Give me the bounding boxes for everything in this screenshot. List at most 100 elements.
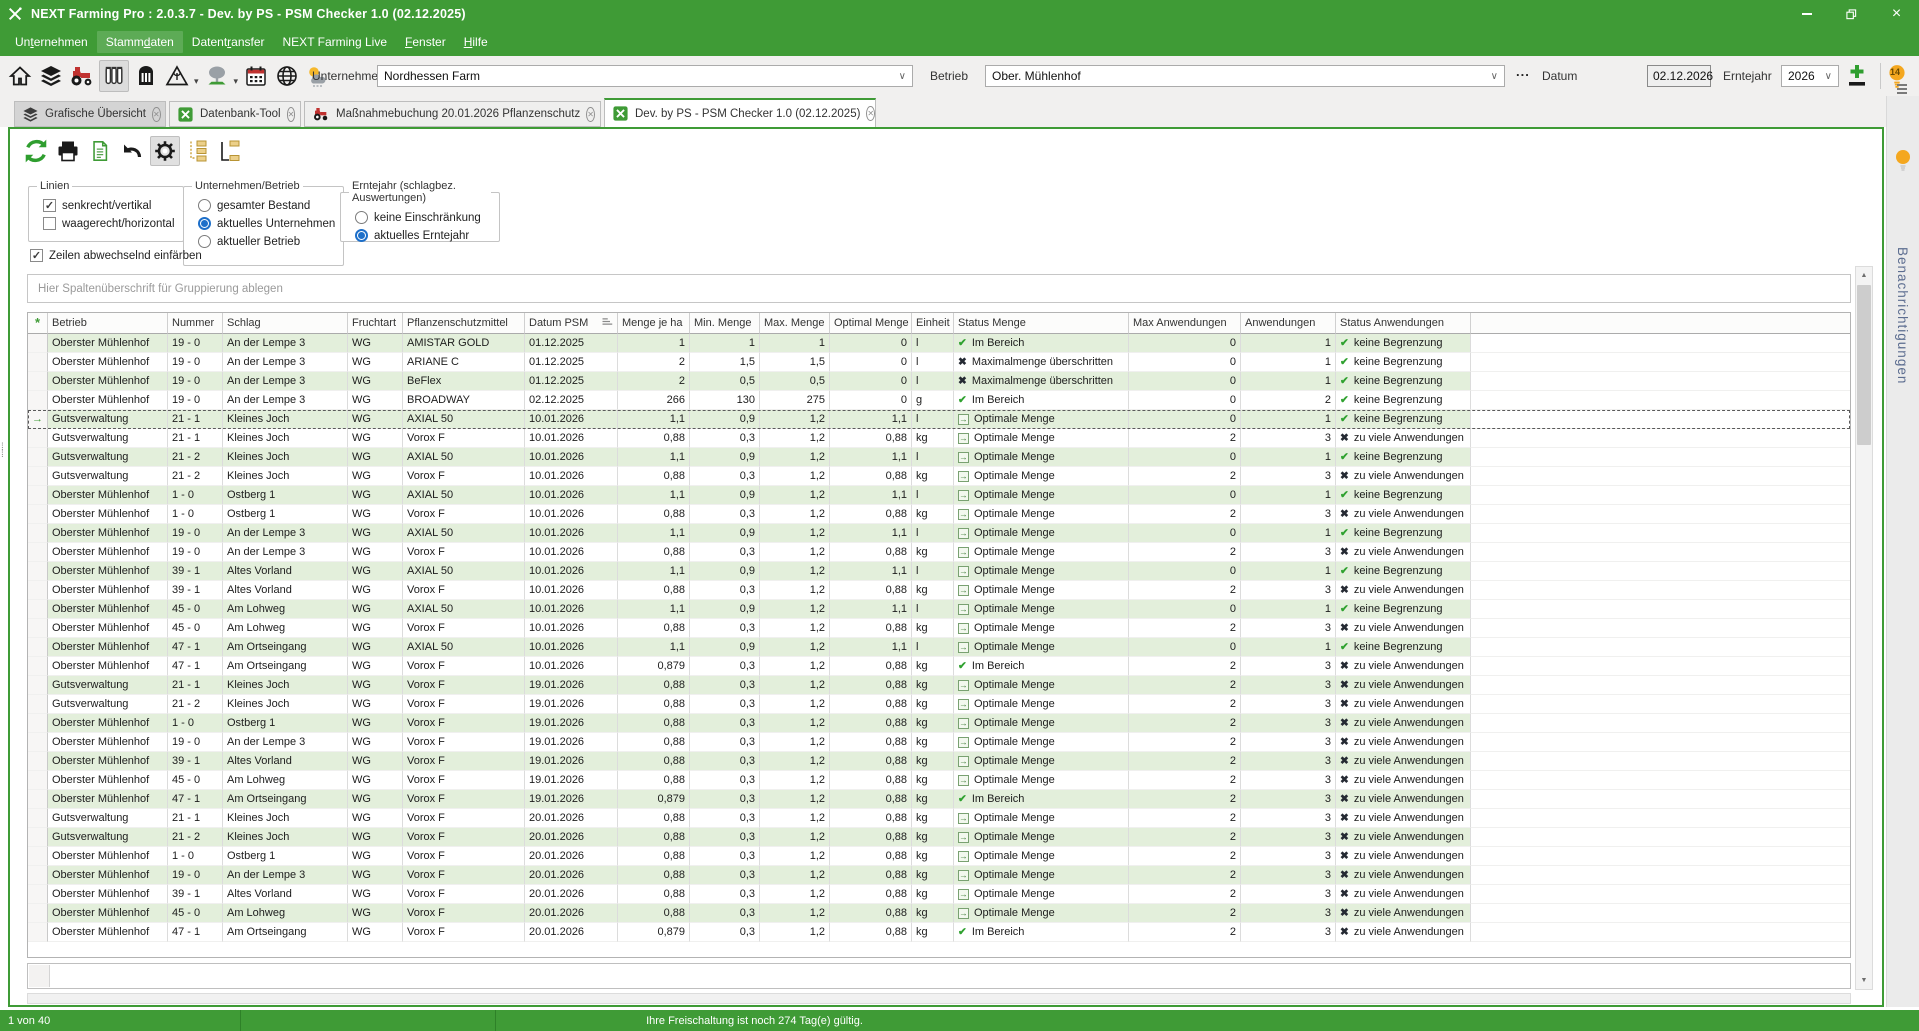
column-header[interactable]: Status Menge <box>954 313 1129 334</box>
table-row[interactable]: →Gutsverwaltung21 - 1Kleines JochWGAXIAL… <box>28 410 1850 429</box>
row-indicator-cell[interactable] <box>28 714 48 733</box>
table-row[interactable]: Gutsverwaltung21 - 1Kleines JochWGVorox … <box>28 676 1850 695</box>
tab-2[interactable]: Datenbank-Tool✕ <box>169 101 301 127</box>
column-header[interactable]: Anwendungen <box>1241 313 1336 334</box>
unternehmen-combobox[interactable]: Nordhessen Farm∨ <box>377 65 913 87</box>
globe-icon[interactable] <box>273 61 301 91</box>
row-indicator-cell[interactable] <box>28 543 48 562</box>
vertical-scrollbar[interactable]: ▲ ▼ <box>1855 266 1873 990</box>
group-by-area[interactable]: Hier Spaltenüberschrift für Gruppierung … <box>27 274 1851 303</box>
row-indicator-cell[interactable] <box>28 619 48 638</box>
unternehmen-betrieb-option[interactable]: gesamter Bestand <box>198 199 335 212</box>
menu-item[interactable]: Stammdaten <box>97 31 183 53</box>
column-header[interactable]: Nummer <box>168 313 223 334</box>
table-row[interactable]: Gutsverwaltung21 - 2Kleines JochWGVorox … <box>28 828 1850 847</box>
report-icon[interactable] <box>86 137 114 165</box>
table-row[interactable]: Oberster Mühlenhof45 - 0Am LohwegWGVorox… <box>28 771 1850 790</box>
tree2-icon[interactable] <box>216 137 244 165</box>
column-header[interactable]: Max Anwendungen <box>1129 313 1241 334</box>
scroll-down-button[interactable]: ▼ <box>1856 972 1872 989</box>
tab-close-icon[interactable]: ✕ <box>152 107 161 122</box>
column-header[interactable]: Menge je ha <box>618 313 690 334</box>
row-indicator-cell[interactable] <box>28 885 48 904</box>
row-indicator-cell[interactable] <box>28 923 48 942</box>
add-button[interactable] <box>1845 63 1869 94</box>
table-row[interactable]: Oberster Mühlenhof47 - 1Am OrtseingangWG… <box>28 790 1850 809</box>
column-header[interactable]: Min. Menge <box>690 313 760 334</box>
row-indicator-cell[interactable] <box>28 372 48 391</box>
splitter-handle[interactable]: ⁞⁞ <box>1 444 4 458</box>
table-row[interactable]: Oberster Mühlenhof1 - 0Ostberg 1WGVorox … <box>28 505 1850 524</box>
tab-1[interactable]: Grafische Übersicht✕ <box>14 101 166 127</box>
row-indicator-cell[interactable] <box>28 486 48 505</box>
row-indicator-cell[interactable] <box>28 429 48 448</box>
row-indicator-cell[interactable] <box>28 600 48 619</box>
horizontal-scrollbar[interactable] <box>27 993 1851 1004</box>
table-row[interactable]: Oberster Mühlenhof39 - 1Altes VorlandWGV… <box>28 581 1850 600</box>
undo-icon[interactable] <box>118 137 146 165</box>
table-row[interactable]: Gutsverwaltung21 - 2Kleines JochWGVorox … <box>28 695 1850 714</box>
column-header[interactable]: Pflanzenschutzmittel <box>403 313 525 334</box>
table-row[interactable]: Oberster Mühlenhof47 - 1Am OrtseingangWG… <box>28 657 1850 676</box>
dropdown-caret-icon[interactable]: ▾ <box>194 76 199 87</box>
row-indicator-cell[interactable] <box>28 524 48 543</box>
row-indicator-cell[interactable] <box>28 809 48 828</box>
row-indicator-cell[interactable] <box>28 752 48 771</box>
scrollbar-thumb[interactable] <box>1857 285 1871 445</box>
row-indicator-cell[interactable] <box>28 391 48 410</box>
scroll-up-button[interactable]: ▲ <box>1856 267 1872 284</box>
table-row[interactable]: Oberster Mühlenhof19 - 0An der Lempe 3WG… <box>28 353 1850 372</box>
row-indicator-cell[interactable] <box>28 334 48 353</box>
table-row[interactable]: Gutsverwaltung21 - 2Kleines JochWGVorox … <box>28 467 1850 486</box>
column-header[interactable]: Einheit <box>912 313 954 334</box>
row-indicator-cell[interactable] <box>28 562 48 581</box>
table-row[interactable]: Oberster Mühlenhof19 - 0An der Lempe 3WG… <box>28 733 1850 752</box>
zeilen-checkbox[interactable]: ✓ Zeilen abwechselnd einfärben <box>30 249 202 262</box>
table-row[interactable]: Gutsverwaltung21 - 1Kleines JochWGVorox … <box>28 429 1850 448</box>
restore-button[interactable] <box>1829 0 1874 28</box>
tab-4[interactable]: Dev. by PS - PSM Checker 1.0 (02.12.2025… <box>604 98 876 127</box>
tab-close-icon[interactable]: ✕ <box>866 106 875 121</box>
table-row[interactable]: Gutsverwaltung21 - 1Kleines JochWGVorox … <box>28 809 1850 828</box>
row-indicator-cell[interactable]: → <box>28 410 48 429</box>
datum-input[interactable]: 02.12.2026 <box>1647 65 1711 87</box>
minimize-button[interactable] <box>1784 0 1829 28</box>
menu-item[interactable]: Hilfe <box>455 31 497 53</box>
tab-3[interactable]: Maßnahmebuchung 20.01.2026 Pflanzenschut… <box>304 101 601 127</box>
dropdown-caret-icon[interactable]: ▾ <box>234 76 239 87</box>
table-row[interactable]: Oberster Mühlenhof39 - 1Altes VorlandWGA… <box>28 562 1850 581</box>
row-indicator-cell[interactable] <box>28 581 48 600</box>
erntejahr-option[interactable]: keine Einschränkung <box>355 211 491 224</box>
linien-option[interactable]: waagerecht/horizontal <box>43 217 175 230</box>
close-button[interactable]: × <box>1874 0 1919 28</box>
table-row[interactable]: Oberster Mühlenhof47 - 1Am OrtseingangWG… <box>28 638 1850 657</box>
menu-item[interactable]: Unternehmen <box>6 31 97 53</box>
column-header[interactable]: Schlag <box>223 313 348 334</box>
refresh-icon[interactable] <box>22 137 50 165</box>
layers-icon[interactable] <box>37 61 65 91</box>
table-row[interactable]: Oberster Mühlenhof45 - 0Am LohwegWGVorox… <box>28 904 1850 923</box>
print-icon[interactable] <box>54 137 82 165</box>
menu-item[interactable]: Datentransfer <box>183 31 274 53</box>
row-indicator-cell[interactable] <box>28 771 48 790</box>
table-row[interactable]: Oberster Mühlenhof19 - 0An der Lempe 3WG… <box>28 543 1850 562</box>
tree1-icon[interactable] <box>184 137 212 165</box>
home-icon[interactable] <box>6 61 34 91</box>
erntejahr-select[interactable]: 2026∨ <box>1781 65 1839 87</box>
column-header[interactable]: Status Anwendungen <box>1336 313 1471 334</box>
row-indicator-cell[interactable] <box>28 866 48 885</box>
more-options-button[interactable]: ... <box>1516 64 1530 79</box>
row-indicator-cell[interactable] <box>28 448 48 467</box>
row-indicator-cell[interactable] <box>28 790 48 809</box>
tab-close-icon[interactable]: ✕ <box>586 107 595 122</box>
table-row[interactable]: Oberster Mühlenhof19 - 0An der Lempe 3WG… <box>28 391 1850 410</box>
row-indicator-cell[interactable] <box>28 695 48 714</box>
table-row[interactable]: Oberster Mühlenhof19 - 0An der Lempe 3WG… <box>28 524 1850 543</box>
betrieb-combobox[interactable]: Ober. Mühlenhof∨ <box>985 65 1505 87</box>
erntejahr-option[interactable]: aktuelles Erntejahr <box>355 229 491 242</box>
table-row[interactable]: Oberster Mühlenhof45 - 0Am LohwegWGVorox… <box>28 619 1850 638</box>
row-indicator-cell[interactable] <box>28 505 48 524</box>
table-row[interactable]: Oberster Mühlenhof47 - 1Am OrtseingangWG… <box>28 923 1850 942</box>
menu-item[interactable]: NEXT Farming Live <box>274 31 396 53</box>
row-indicator-cell[interactable] <box>28 904 48 923</box>
